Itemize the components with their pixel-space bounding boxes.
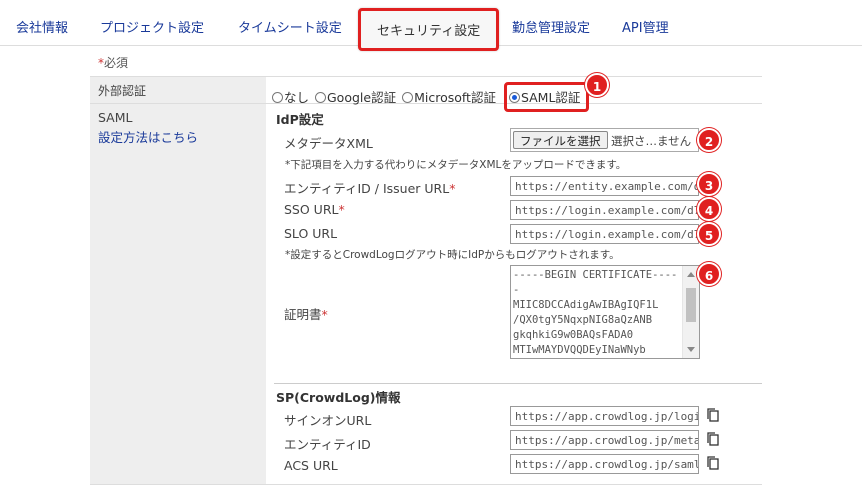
idp-section-title: IdP設定 <box>276 112 324 127</box>
auth-option-saml[interactable]: SAML認証 <box>508 90 580 105</box>
choose-file-button[interactable]: ファイルを選択 <box>513 131 608 149</box>
sp-section-title: SP(CrowdLog)情報 <box>276 390 401 405</box>
badge-5: 5 <box>697 222 721 246</box>
copy-icon[interactable] <box>706 455 720 471</box>
sp-entity-id-label: エンティティID <box>284 437 371 452</box>
metadata-xml-label: メタデータXML <box>284 136 373 151</box>
signon-url-input[interactable]: https://app.crowdlog.jp/login.cgi <box>510 406 699 426</box>
tab-company-info[interactable]: 会社情報 <box>16 17 68 36</box>
badge-6: 6 <box>697 262 721 286</box>
saml-label: SAML <box>98 110 133 125</box>
tab-api-management[interactable]: API管理 <box>622 17 669 36</box>
section-divider <box>274 383 762 384</box>
slo-url-input[interactable]: https://login.example.com/d781a <box>510 224 699 244</box>
required-note: *必須 <box>98 56 129 70</box>
external-auth-label: 外部認証 <box>90 77 266 103</box>
metadata-file-input[interactable]: ファイルを選択 選択さ…ません <box>510 128 699 152</box>
scroll-thumb[interactable] <box>686 288 696 322</box>
saml-label-cell: SAML 設定方法はこちら <box>90 104 266 484</box>
signon-url-label: サインオンURL <box>284 413 372 428</box>
tab-project-settings[interactable]: プロジェクト設定 <box>100 17 204 36</box>
copy-icon[interactable] <box>706 407 720 423</box>
certificate-text: -----BEGIN CERTIFICATE---- - MIIC8DCCAdi… <box>513 269 678 356</box>
radio-google[interactable] <box>315 92 326 103</box>
badge-1: 1 <box>585 73 609 97</box>
sso-url-label: SSO URL* <box>284 202 345 217</box>
certificate-textarea[interactable]: -----BEGIN CERTIFICATE---- - MIIC8DCCAdi… <box>510 265 700 359</box>
acs-url-input[interactable]: https://app.crowdlog.jp/saml/?a <box>510 454 699 474</box>
tab-attendance-settings[interactable]: 勤怠管理設定 <box>512 17 590 36</box>
slo-url-label: SLO URL <box>284 226 338 241</box>
file-status: 選択さ…ません <box>611 134 692 148</box>
auth-option-google[interactable]: Google認証 <box>315 90 396 105</box>
auth-option-none[interactable]: なし <box>272 90 309 105</box>
tab-security-settings[interactable]: セキュリティ設定 <box>358 8 500 51</box>
scroll-down-arrow-icon[interactable] <box>687 347 695 352</box>
radio-saml[interactable] <box>508 92 520 103</box>
tab-bar: 会社情報 プロジェクト設定 タイムシート設定 セキュリティ設定 勤怠管理設定 A… <box>0 0 862 51</box>
copy-icon[interactable] <box>706 431 720 447</box>
acs-url-label: ACS URL <box>284 458 338 473</box>
badge-4: 4 <box>697 197 721 221</box>
entity-id-label: エンティティID / Issuer URL* <box>284 181 456 196</box>
badge-3: 3 <box>697 172 721 196</box>
sso-url-input[interactable]: https://login.example.com/d781a <box>510 200 699 220</box>
tab-timesheet-settings[interactable]: タイムシート設定 <box>238 17 342 36</box>
setup-guide-link[interactable]: 設定方法はこちら <box>98 127 258 146</box>
sp-entity-id-input[interactable]: https://app.crowdlog.jp/metadata <box>510 430 699 450</box>
slo-hint: *設定するとCrowdLogログアウト時にIdPからもログアウトされます。 <box>285 249 620 261</box>
certificate-scrollbar[interactable] <box>682 266 699 358</box>
entity-id-input[interactable]: https://entity.example.com/d781 <box>510 176 699 196</box>
metadata-hint: *下記項目を入力する代わりにメタデータXMLをアップロードできます。 <box>285 159 627 171</box>
radio-none[interactable] <box>272 92 283 103</box>
external-auth-row: 外部認証 なし Google認証 Microsoft認証 SAML認証 <box>90 76 762 112</box>
scroll-up-arrow-icon[interactable] <box>687 272 695 277</box>
certificate-label: 証明書* <box>284 307 328 322</box>
radio-microsoft[interactable] <box>402 92 414 103</box>
auth-option-microsoft[interactable]: Microsoft認証 <box>402 90 496 105</box>
badge-2: 2 <box>697 128 721 152</box>
